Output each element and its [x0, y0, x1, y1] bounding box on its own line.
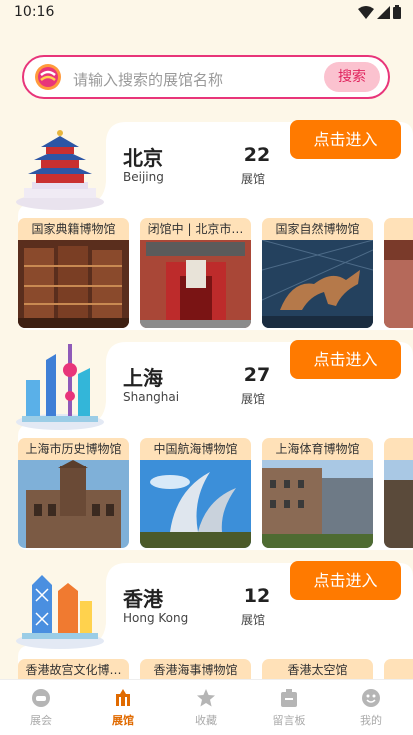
bottom-tab-bar: 展会 展馆 收藏 留言板 我的 [0, 679, 413, 735]
museum-name: 上海市历史博物馆 [18, 438, 129, 460]
city-name-en: Hong Kong [123, 611, 189, 625]
star-icon [197, 689, 215, 707]
museum-photo [384, 460, 413, 548]
museum-photo [18, 240, 129, 328]
city-name: 香港 [123, 587, 163, 611]
city-card-beijing[interactable]: 北京 Beijing 22 展馆 点击进入 国家典籍博物馆 闭馆中 | 北京市… [14, 120, 413, 330]
city-name-en: Shanghai [123, 390, 180, 404]
museum-tile[interactable] [384, 659, 413, 679]
enter-button[interactable]: 点击进入 [290, 340, 401, 379]
museum-name: 香港太空馆 [262, 659, 373, 679]
museum-name: 上海体育博物馆 [262, 438, 373, 460]
city-card-hongkong[interactable]: 香港 Hong Kong 12 展馆 点击进入 香港故宫文化博… 香港海事博物馆… [14, 561, 413, 679]
museum-list: 上海市历史博物馆 中国航海博物馆 上海体育博物馆 [18, 438, 413, 550]
museum-name: 闭馆中 | 北京市… [140, 218, 251, 240]
museum-name: 国家典籍博物馆 [18, 218, 129, 240]
enter-button[interactable]: 点击进入 [290, 120, 401, 159]
profile-icon [362, 689, 380, 707]
museum-tile[interactable]: 闭馆中 | 北京市… [140, 218, 251, 328]
museum-icon [116, 689, 130, 706]
museum-list: 国家典籍博物馆 闭馆中 | 北京市… 国家自然博物馆 [18, 218, 413, 330]
museum-count-label: 展馆 [241, 172, 266, 186]
signal-icon [377, 5, 390, 19]
enter-button[interactable]: 点击进入 [290, 561, 401, 600]
museum-photo [18, 460, 129, 548]
tab-message-board[interactable]: 留言板 [248, 680, 330, 735]
museum-photo [262, 460, 373, 548]
app-logo-icon [35, 64, 61, 90]
city-name: 北京 [123, 146, 163, 170]
museum-count: 22 [243, 144, 271, 166]
museum-tile[interactable]: 香港海事博物馆 [140, 659, 251, 679]
tab-exhibition[interactable]: 展会 [0, 680, 82, 735]
search-input[interactable]: 请输入搜索的展馆名称 [73, 69, 223, 90]
museum-tile[interactable]: 国家自然博物馆 [262, 218, 373, 328]
status-time: 10:16 [14, 4, 55, 20]
city-card-shanghai[interactable]: 上海 Shanghai 27 展馆 点击进入 上海市历史博物馆 中国航海博物馆 [14, 340, 413, 550]
museum-name: 中 [384, 218, 413, 240]
museum-count: 12 [243, 585, 271, 607]
museum-name [384, 659, 413, 679]
museum-photo [262, 240, 373, 328]
museum-tile[interactable]: 中 [384, 218, 413, 328]
museum-count-label: 展馆 [241, 613, 266, 627]
museum-tile[interactable] [384, 438, 413, 548]
tab-label: 我的 [360, 714, 382, 727]
museum-tile[interactable]: 香港故宫文化博… [18, 659, 129, 679]
tab-label: 收藏 [195, 714, 217, 727]
temple-of-heaven-icon [16, 130, 104, 210]
museum-tile[interactable]: 国家典籍博物馆 [18, 218, 129, 328]
tab-label: 展馆 [112, 714, 134, 727]
museum-tile[interactable]: 上海体育博物馆 [262, 438, 373, 548]
city-name-en: Beijing [123, 170, 164, 184]
museum-photo [140, 240, 251, 328]
tab-label: 展会 [30, 714, 52, 727]
museum-list: 香港故宫文化博… 香港海事博物馆 香港太空馆 [18, 659, 413, 679]
status-bar: 10:16 [0, 0, 413, 28]
tab-favorites[interactable]: 收藏 [165, 680, 247, 735]
shanghai-skyline-icon [16, 344, 104, 430]
tab-museum[interactable]: 展馆 [82, 680, 164, 735]
wifi-icon [358, 5, 374, 19]
city-name: 上海 [123, 366, 163, 390]
message-board-icon [281, 689, 297, 707]
museum-name: 国家自然博物馆 [262, 218, 373, 240]
battery-icon [393, 5, 401, 19]
tab-profile[interactable]: 我的 [330, 680, 412, 735]
tab-label: 留言板 [272, 714, 306, 727]
museum-count: 27 [243, 364, 271, 386]
museum-name: 香港海事博物馆 [140, 659, 251, 679]
museum-tile[interactable]: 中国航海博物馆 [140, 438, 251, 548]
search-bar: 请输入搜索的展馆名称 搜索 [22, 55, 390, 99]
museum-tile[interactable]: 上海市历史博物馆 [18, 438, 129, 548]
exhibition-icon [32, 689, 50, 707]
museum-name [384, 438, 413, 460]
museum-photo [140, 460, 251, 548]
museum-photo [384, 240, 413, 328]
hongkong-skyline-icon [16, 575, 104, 649]
museum-count-label: 展馆 [241, 392, 266, 406]
search-button[interactable]: 搜索 [324, 62, 380, 92]
museum-name: 香港故宫文化博… [18, 659, 129, 679]
museum-name: 中国航海博物馆 [140, 438, 251, 460]
museum-tile[interactable]: 香港太空馆 [262, 659, 373, 679]
